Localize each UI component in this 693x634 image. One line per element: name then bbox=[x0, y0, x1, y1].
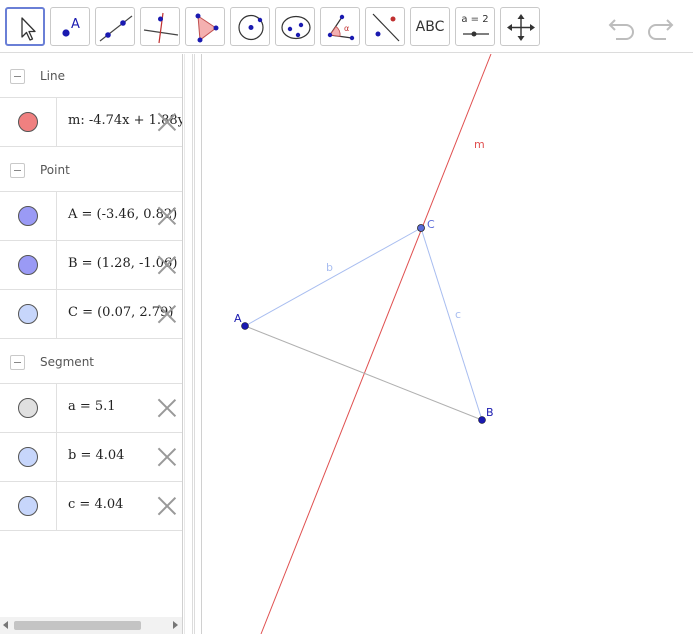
visibility-toggle[interactable] bbox=[0, 290, 57, 338]
arrow-pointer-icon bbox=[21, 17, 36, 41]
point-B[interactable] bbox=[478, 416, 486, 424]
angle-tool-button[interactable]: α bbox=[320, 7, 360, 46]
undo-button[interactable] bbox=[606, 12, 638, 40]
splitter-grip[interactable] bbox=[192, 54, 195, 634]
perpendicular-line-icon bbox=[143, 12, 179, 44]
ellipse-icon bbox=[281, 15, 311, 40]
category-header-segment[interactable]: Segment bbox=[0, 340, 182, 384]
algebra-item-c[interactable]: c = 4.04 bbox=[0, 482, 182, 531]
delete-icon[interactable] bbox=[157, 112, 177, 132]
category-header-point[interactable]: Point bbox=[0, 148, 182, 192]
reflect-about-line-icon bbox=[372, 13, 400, 42]
segment-b[interactable] bbox=[244, 227, 422, 327]
category-label: Point bbox=[40, 163, 70, 177]
line-m-label: m bbox=[474, 138, 485, 151]
algebra-item-b[interactable]: b = 4.04 bbox=[0, 433, 182, 482]
visibility-marble-icon[interactable] bbox=[18, 398, 38, 418]
undo-icon bbox=[608, 19, 634, 40]
horizontal-scrollbar[interactable] bbox=[0, 617, 182, 634]
algebra-view: Line m: -4.74x + 1.88y = Point A = (-3.4… bbox=[0, 54, 183, 634]
delete-icon[interactable] bbox=[157, 304, 177, 324]
point-A-label: A bbox=[234, 312, 242, 325]
angle-tool-label: α bbox=[344, 24, 349, 33]
text-tool-button[interactable]: ABC bbox=[410, 7, 450, 46]
visibility-toggle[interactable] bbox=[0, 433, 57, 481]
geogebra-app: A α ABC a = 2 Line m: -4.74x + 1.88y Poi… bbox=[0, 0, 693, 634]
ellipse-tool-button[interactable] bbox=[275, 7, 315, 46]
line-m[interactable] bbox=[260, 54, 492, 634]
collapse-toggle-icon[interactable] bbox=[10, 163, 25, 178]
visibility-marble-icon[interactable] bbox=[18, 206, 38, 226]
algebra-item-text[interactable]: a = 5.1 bbox=[68, 399, 116, 414]
segment-c-label: c bbox=[455, 308, 461, 321]
point-B-label: B bbox=[486, 406, 494, 419]
slider-tool-button[interactable]: a = 2 bbox=[455, 7, 495, 46]
move-graphics-tool-button[interactable] bbox=[500, 7, 540, 46]
category-label: Line bbox=[40, 69, 66, 83]
redo-button[interactable] bbox=[644, 12, 676, 40]
point-icon: A bbox=[62, 17, 80, 37]
angle-icon: α bbox=[327, 14, 355, 41]
collapse-toggle-icon[interactable] bbox=[10, 355, 25, 370]
visibility-marble-icon[interactable] bbox=[18, 447, 38, 467]
algebra-item-C[interactable]: C = (0.07, 2.79) bbox=[0, 290, 182, 339]
redo-icon bbox=[648, 19, 674, 40]
reflect-tool-button[interactable] bbox=[365, 7, 405, 46]
delete-icon[interactable] bbox=[157, 496, 177, 516]
move-graphics-view-icon bbox=[507, 14, 535, 41]
circle-with-center-icon bbox=[238, 14, 264, 41]
visibility-toggle[interactable] bbox=[0, 192, 57, 240]
line-tool-button[interactable] bbox=[95, 7, 135, 46]
visibility-marble-icon[interactable] bbox=[18, 496, 38, 516]
graphics-view[interactable]: m b c A B C bbox=[203, 54, 693, 634]
move-tool-button[interactable] bbox=[5, 7, 45, 46]
category-label: Segment bbox=[40, 355, 94, 369]
scroll-left-icon[interactable] bbox=[3, 621, 8, 629]
circle-tool-button[interactable] bbox=[230, 7, 270, 46]
point-C[interactable] bbox=[417, 224, 425, 232]
point-tool-button[interactable]: A bbox=[50, 7, 90, 46]
delete-icon[interactable] bbox=[157, 206, 177, 226]
scroll-right-icon[interactable] bbox=[173, 621, 178, 629]
delete-icon[interactable] bbox=[157, 447, 177, 467]
delete-icon[interactable] bbox=[157, 398, 177, 418]
segment-a[interactable] bbox=[244, 325, 483, 421]
algebra-item-B[interactable]: B = (1.28, -1.06) bbox=[0, 241, 182, 290]
segment-c[interactable] bbox=[420, 227, 483, 421]
visibility-marble-icon[interactable] bbox=[18, 112, 38, 132]
scrollbar-thumb[interactable] bbox=[14, 621, 141, 630]
algebra-item-A[interactable]: A = (-3.46, 0.82) bbox=[0, 192, 182, 241]
perpendicular-tool-button[interactable] bbox=[140, 7, 180, 46]
point-tool-label: A bbox=[71, 17, 80, 32]
segment-b-label: b bbox=[326, 261, 333, 274]
graphics-canvas[interactable]: m b c A B C bbox=[203, 54, 693, 634]
algebra-item-a[interactable]: a = 5.1 bbox=[0, 384, 182, 433]
visibility-marble-icon[interactable] bbox=[18, 255, 38, 275]
toolbar: A α ABC a = 2 bbox=[0, 0, 693, 53]
point-A[interactable] bbox=[241, 322, 249, 330]
view-splitter[interactable] bbox=[184, 54, 202, 634]
visibility-toggle[interactable] bbox=[0, 384, 57, 432]
algebra-item-text[interactable]: b = 4.04 bbox=[68, 448, 124, 463]
collapse-toggle-icon[interactable] bbox=[10, 69, 25, 84]
text-icon: ABC bbox=[415, 18, 445, 35]
delete-icon[interactable] bbox=[157, 255, 177, 275]
visibility-toggle[interactable] bbox=[0, 98, 57, 146]
visibility-marble-icon[interactable] bbox=[18, 304, 38, 324]
category-header-line[interactable]: Line bbox=[0, 54, 182, 98]
algebra-item-m[interactable]: m: -4.74x + 1.88y = bbox=[0, 98, 182, 147]
visibility-toggle[interactable] bbox=[0, 482, 57, 530]
algebra-item-text[interactable]: c = 4.04 bbox=[68, 497, 123, 512]
point-C-label: C bbox=[427, 218, 435, 231]
slider-icon bbox=[463, 31, 489, 37]
visibility-toggle[interactable] bbox=[0, 241, 57, 289]
polygon-tool-button[interactable] bbox=[185, 7, 225, 46]
polygon-icon bbox=[195, 13, 219, 43]
line-through-two-points-icon bbox=[99, 15, 133, 42]
